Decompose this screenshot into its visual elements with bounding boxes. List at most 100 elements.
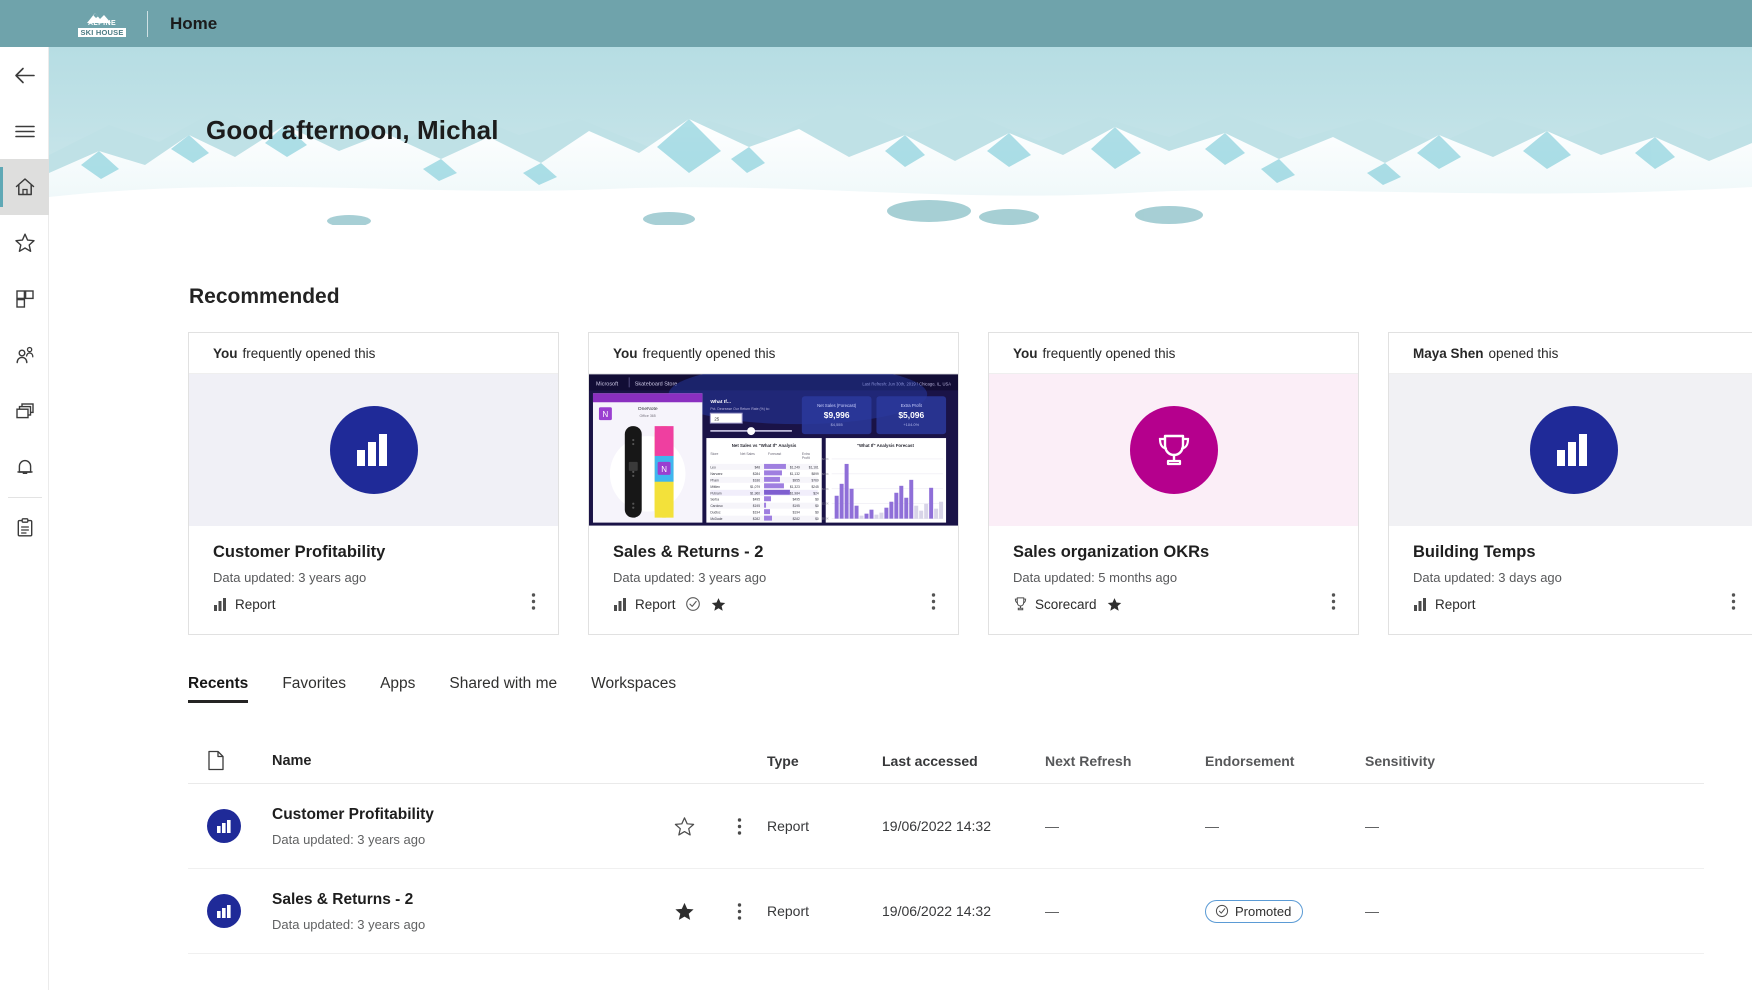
more-vertical-icon [931,593,936,610]
svg-text:$194: $194 [793,511,800,515]
table-row[interactable]: Sales & Returns - 2 Data updated: 3 year… [188,869,1704,954]
apps-grid-icon [15,290,34,308]
bar-chart-icon [1414,597,1426,611]
tab-shared-with-me[interactable]: Shared with me [432,675,574,703]
card-type: Report [213,597,276,612]
row-more-options-button[interactable] [712,817,767,836]
report-icon [207,894,241,928]
svg-text:$282: $282 [793,517,800,521]
svg-text:$1,960: $1,960 [750,491,760,495]
svg-text:$9,996: $9,996 [824,410,850,420]
row-sensitivity: — [1365,903,1379,919]
row-title[interactable]: Sales & Returns - 2 [272,891,657,909]
svg-text:$1,132: $1,132 [790,472,800,476]
card-reason-text: frequently opened this [242,345,376,361]
rail-item-back[interactable] [0,47,49,103]
svg-text:$4,555: $4,555 [831,422,844,427]
logo-skihouse-text: SKI HOUSE [78,27,126,37]
svg-text:Skateboard Store: Skateboard Store [635,381,678,387]
rail-item-workspaces[interactable] [0,383,49,439]
recommended-card[interactable]: You frequently opened this Customer Prof… [188,332,559,635]
recommended-card[interactable]: You frequently opened this Sales organiz… [988,332,1359,635]
svg-text:N: N [661,465,667,474]
rail-item-home[interactable] [0,159,49,215]
card-subtitle: Data updated: 3 years ago [613,570,767,585]
favorite-star-filled-icon [675,902,694,920]
rail-item-apps[interactable] [0,271,49,327]
table-row[interactable]: Customer Profitability Data updated: 3 y… [188,784,1704,869]
svg-text:Store: Store [710,452,718,456]
report-preview-image: Microsoft Skateboard Store Last Refresh:… [589,374,958,526]
rail-item-menu[interactable] [0,103,49,159]
report-icon-tile [329,406,418,494]
tab-workspaces[interactable]: Workspaces [574,675,693,703]
card-more-options-button[interactable] [525,588,542,620]
favorite-star-outline-icon [674,816,695,836]
row-name-cell: Customer Profitability Data updated: 3 y… [272,806,657,847]
rail-item-notifications[interactable] [0,439,49,495]
card-more-options-button[interactable] [925,588,942,620]
people-icon [16,346,33,364]
bar-chart-icon [614,597,626,611]
hero-banner: Good afternoon, Michal [49,47,1752,225]
card-more-options-button[interactable] [1325,588,1342,620]
svg-text:$0: $0 [815,498,819,502]
recommended-heading: Recommended [189,285,340,308]
tab-recents[interactable]: Recents [188,675,265,703]
column-header-last-accessed[interactable]: Last accessed [882,753,1045,769]
row-more-options-button[interactable] [712,902,767,921]
column-header-type[interactable]: Type [767,753,882,769]
svg-text:$0: $0 [815,504,819,508]
svg-text:Net Sales vs "What If" Analysi: Net Sales vs "What If" Analysis [732,443,797,448]
card-subtitle: Data updated: 5 months ago [1013,570,1178,585]
card-reason: Maya Shen opened this [1389,333,1752,374]
tab-apps[interactable]: Apps [363,675,432,703]
favorite-star-filled-icon[interactable] [1106,596,1123,613]
workspaces-icon [15,403,34,419]
row-item-icon [188,894,272,928]
card-more-options-button[interactable] [1725,588,1742,620]
favorite-star-filled-icon[interactable] [710,596,727,613]
bell-icon [16,459,33,474]
clipboard-icon [17,518,32,537]
svg-text:$195: $195 [793,504,800,508]
row-endorsement: — [1205,818,1219,834]
trophy-icon [1158,434,1189,466]
card-reason: You frequently opened this [589,333,958,374]
row-sensitivity: — [1365,818,1379,834]
rail-item-shared-with-me[interactable] [0,327,49,383]
recommended-card[interactable]: Maya Shen opened this Building Temps Dat… [1388,332,1752,635]
column-header-name[interactable]: Name [272,753,657,769]
bar-chart-icon [214,597,226,611]
svg-text:$284: $284 [753,472,760,476]
row-title[interactable]: Customer Profitability [272,806,657,824]
svg-text:Pham: Pham [710,478,719,482]
svg-text:$1,249: $1,249 [790,465,800,469]
svg-text:Office 365: Office 365 [640,414,656,418]
svg-text:$1,323: $1,323 [790,485,800,489]
report-icon-tile [1529,406,1618,494]
bar-chart-icon [1556,434,1587,466]
column-header-sensitivity[interactable]: Sensitivity [1365,753,1525,769]
recents-table: Name Type Last accessed Next Refresh End… [188,738,1704,954]
svg-text:$769: $769 [811,478,818,482]
column-header-endorsement[interactable]: Endorsement [1205,753,1365,769]
alpine-ski-house-logo[interactable]: ALPINE SKI HOUSE [75,8,129,40]
column-header-next-refresh[interactable]: Next Refresh [1045,753,1205,769]
row-favorite-button[interactable] [657,815,712,838]
card-thumbnail [189,374,558,526]
svg-text:$1,079: $1,079 [750,485,760,489]
svg-text:OneNote: OneNote [638,406,658,412]
hamburger-icon [14,125,35,138]
row-favorite-button[interactable] [657,900,712,923]
rail-item-metrics[interactable] [0,500,49,556]
tab-favorites[interactable]: Favorites [265,675,363,703]
rail-item-favorites[interactable] [0,215,49,271]
card-actor: You [1013,345,1038,361]
svg-text:$282: $282 [753,517,760,521]
card-actor: You [213,345,238,361]
card-reason-text: frequently opened this [642,345,776,361]
svg-text:"What If" Analysis Forecast: "What If" Analysis Forecast [857,443,915,448]
arrow-left-icon [15,67,35,83]
recommended-card[interactable]: You frequently opened this Microsoft Ska… [588,332,959,635]
